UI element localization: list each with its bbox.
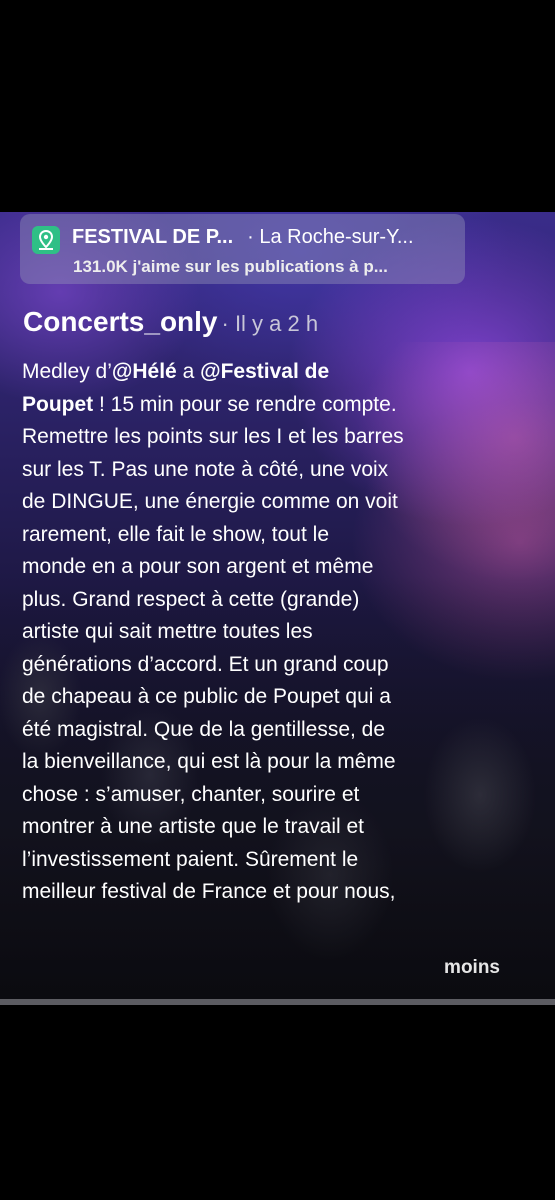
post-header: Concerts_only · Il y a 2 h bbox=[23, 306, 318, 338]
caption-line: chose : s’amuser, chanter, sourire et bbox=[22, 779, 502, 812]
location-title-row: FESTIVAL DE P... · La Roche-sur-Y... bbox=[72, 226, 414, 249]
caption-text: générations d’accord. Et un grand coup bbox=[22, 652, 389, 676]
mention-link[interactable]: Poupet bbox=[22, 393, 93, 416]
caption-text: l’investissement paient. Sûrement le bbox=[22, 847, 359, 871]
post-overlay: FESTIVAL DE P... · La Roche-sur-Y... 131.… bbox=[0, 212, 555, 1005]
caption-text: rarement, elle fait le show, tout le bbox=[22, 522, 329, 546]
caption-line: sur les T. Pas une note à côté, une voix bbox=[22, 454, 502, 487]
caption-line: l’investissement paient. Sûrement le bbox=[22, 844, 502, 877]
caption-line: la bienveillance, qui est là pour la mêm… bbox=[22, 746, 502, 779]
location-likes: 131.0K j'aime sur les publications à p..… bbox=[73, 257, 388, 276]
caption-line: été magistral. Que de la gentillesse, de bbox=[22, 714, 502, 747]
caption-text: été magistral. Que de la gentillesse, de bbox=[22, 717, 386, 741]
bottom-letterbox bbox=[0, 1005, 555, 1200]
caption-text: a bbox=[176, 360, 201, 383]
location-name: FESTIVAL DE P... bbox=[72, 226, 234, 248]
caption-line: plus. Grand respect à cette (grande) bbox=[22, 584, 502, 617]
less-button[interactable]: moins bbox=[444, 957, 500, 979]
caption-line: artiste qui sait mettre toutes les bbox=[22, 616, 502, 649]
caption-text: artiste qui sait mettre toutes les bbox=[22, 620, 313, 643]
caption-text: monde en a pour son argent et même bbox=[22, 555, 374, 578]
caption-line: Poupet ! 15 min pour se rendre compte. bbox=[22, 389, 502, 422]
caption-line: Remettre les points sur les I et les bar… bbox=[22, 421, 502, 454]
caption-line: de DINGUE, une énergie comme on voit bbox=[22, 486, 502, 519]
post-caption: Medley d’@Hélé a @Festival de Poupet ! 15… bbox=[22, 356, 502, 909]
caption-line: meilleur festival de France et pour nous… bbox=[22, 876, 502, 909]
mention-link[interactable]: @Festival de bbox=[200, 360, 329, 383]
caption-text: montrer à une artiste que le travail et bbox=[22, 815, 365, 838]
caption-text: ! 15 min pour se rendre compte. bbox=[93, 392, 397, 416]
caption-text: Medley d’ bbox=[22, 360, 112, 383]
caption-line: générations d’accord. Et un grand coup bbox=[22, 649, 502, 682]
caption-text: la bienveillance, qui est là pour la mêm… bbox=[22, 750, 396, 773]
caption-line: montrer à une artiste que le travail et bbox=[22, 811, 502, 844]
caption-line: Medley d’@Hélé a @Festival de bbox=[22, 356, 502, 389]
location-chip[interactable]: FESTIVAL DE P... · La Roche-sur-Y... 131.… bbox=[20, 214, 465, 284]
author-username[interactable]: Concerts_only bbox=[23, 306, 218, 337]
caption-text: de DINGUE, une énergie comme on voit bbox=[22, 490, 398, 513]
mention-link[interactable]: @Hélé bbox=[112, 360, 177, 383]
caption-text: plus. Grand respect à cette (grande) bbox=[22, 587, 360, 611]
top-letterbox bbox=[0, 0, 555, 212]
caption-text: de chapeau à ce public de Poupet qui a bbox=[22, 685, 391, 708]
caption-line: monde en a pour son argent et même bbox=[22, 551, 502, 584]
caption-text: Remettre les points sur les I et les bar… bbox=[22, 425, 404, 448]
location-city: · La Roche-sur-Y... bbox=[247, 226, 414, 248]
caption-line: de chapeau à ce public de Poupet qui a bbox=[22, 681, 502, 714]
caption-text: sur les T. Pas une note à côté, une voix bbox=[22, 457, 389, 481]
caption-text: chose : s’amuser, chanter, sourire et bbox=[22, 782, 360, 806]
map-pin-icon bbox=[32, 226, 60, 254]
post-time: · Il y a 2 h bbox=[221, 311, 319, 336]
caption-line: rarement, elle fait le show, tout le bbox=[22, 519, 502, 552]
caption-text: meilleur festival de France et pour nous… bbox=[22, 880, 396, 903]
